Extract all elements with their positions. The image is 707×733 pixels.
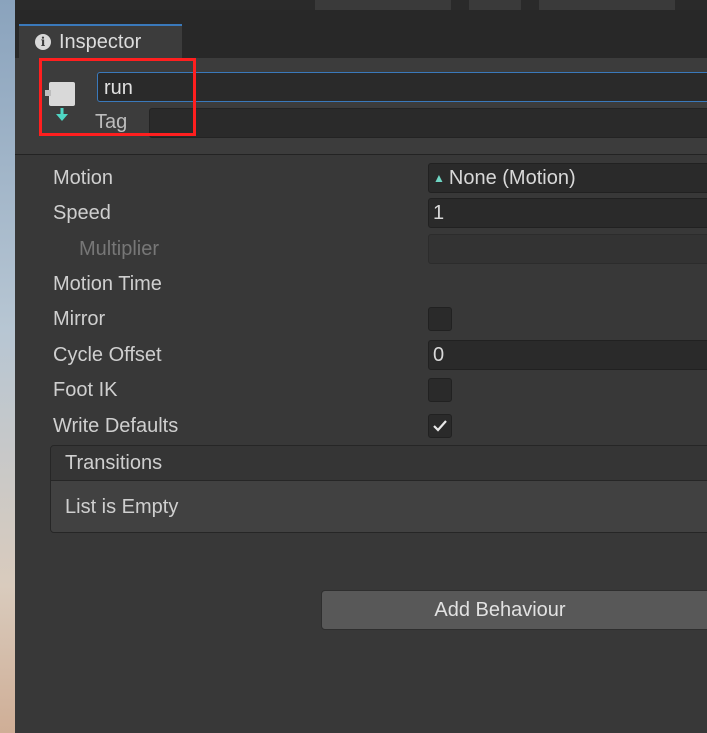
mirror-label: Mirror [53, 308, 106, 330]
foot-ik-row: Foot IK [53, 375, 707, 405]
transitions-empty-text: List is Empty [51, 481, 707, 532]
motion-icon: ▲ [433, 171, 445, 185]
mirror-row: Mirror [53, 304, 707, 334]
motion-time-label: Motion Time [53, 273, 162, 295]
speed-input[interactable]: 1 [428, 198, 707, 228]
cycle-offset-row: Cycle Offset 0 [53, 340, 707, 370]
tab-inspector[interactable]: i Inspector [19, 24, 182, 58]
name-highlight-box [39, 58, 196, 136]
multiplier-label: Multiplier [79, 238, 160, 260]
write-defaults-row: Write Defaults [53, 411, 707, 441]
motion-field[interactable]: ▲ None (Motion) [428, 163, 707, 193]
foot-ik-label: Foot IK [53, 379, 118, 401]
add-behaviour-label: Add Behaviour [434, 599, 566, 621]
speed-label: Speed [53, 202, 111, 224]
write-defaults-checkbox[interactable] [428, 414, 452, 438]
tab-bar: i Inspector [15, 10, 707, 58]
transitions-header: Transitions [51, 446, 707, 481]
transitions-list: Transitions List is Empty [50, 445, 707, 533]
motion-value: None (Motion) [448, 167, 576, 189]
write-defaults-label: Write Defaults [53, 415, 179, 437]
cycle-offset-label: Cycle Offset [53, 344, 162, 366]
checkmark-icon [433, 420, 447, 432]
tag-input[interactable] [149, 108, 707, 138]
info-icon: i [35, 34, 51, 50]
mirror-checkbox[interactable] [428, 307, 452, 331]
multiplier-row: Multiplier [53, 234, 707, 264]
motion-label: Motion [53, 167, 114, 189]
speed-row: Speed 1 [53, 198, 707, 228]
cycle-offset-input[interactable]: 0 [428, 340, 707, 370]
tab-inspector-label: Inspector [59, 30, 142, 53]
motion-time-row: Motion Time [53, 269, 707, 299]
foot-ik-checkbox[interactable] [428, 378, 452, 402]
motion-row: Motion ▲ None (Motion) [53, 163, 707, 193]
multiplier-field [428, 234, 707, 264]
add-behaviour-button[interactable]: Add Behaviour [321, 590, 707, 630]
